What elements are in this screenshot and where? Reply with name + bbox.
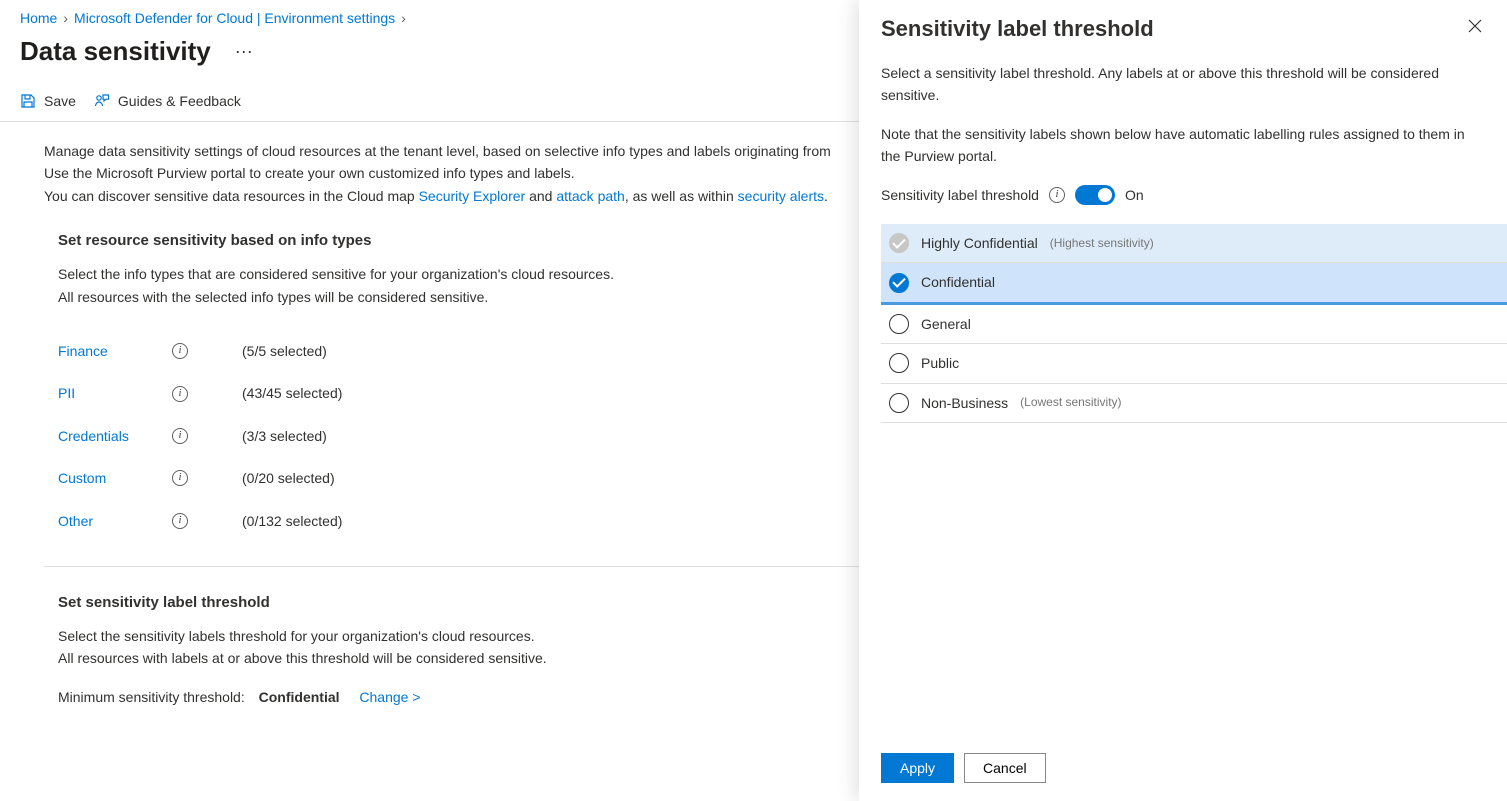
cancel-button[interactable]: Cancel <box>964 753 1046 783</box>
infotype-link-custom[interactable]: Custom <box>58 467 158 489</box>
label-name: Public <box>921 352 959 374</box>
sensitivity-threshold-panel: Sensitivity label threshold Select a sen… <box>859 0 1507 801</box>
more-actions-button[interactable]: ··· <box>229 37 259 66</box>
label-name: General <box>921 313 971 335</box>
save-label: Save <box>44 93 76 109</box>
close-panel-button[interactable] <box>1465 16 1485 39</box>
info-icon[interactable]: i <box>172 428 188 444</box>
panel-desc-2: Note that the sensitivity labels shown b… <box>881 123 1485 168</box>
page-title: Data sensitivity <box>20 36 211 67</box>
radio-button[interactable] <box>889 393 909 413</box>
sensitivity-label-option[interactable]: General <box>881 305 1507 344</box>
infotype-count: (5/5 selected) <box>242 340 327 362</box>
infotype-count: (0/132 selected) <box>242 510 342 532</box>
label-hint: (Highest sensitivity) <box>1050 234 1154 253</box>
label-name: Highly Confidential <box>921 232 1038 254</box>
infotype-count: (3/3 selected) <box>242 425 327 447</box>
label-hint: (Lowest sensitivity) <box>1020 393 1121 412</box>
infotype-link-finance[interactable]: Finance <box>58 340 158 362</box>
intro-text: Manage data sensitivity settings of clou… <box>44 140 944 207</box>
change-threshold-link[interactable]: Change > <box>359 689 420 705</box>
threshold-toggle[interactable] <box>1075 185 1115 205</box>
chevron-right-icon: › <box>63 10 68 26</box>
radio-button[interactable] <box>889 314 909 334</box>
sensitivity-label-option[interactable]: Public <box>881 344 1507 383</box>
info-icon[interactable]: i <box>1049 187 1065 203</box>
sensitivity-label-option[interactable]: Non-Business (Lowest sensitivity) <box>881 384 1507 423</box>
sensitivity-label-option[interactable]: Highly Confidential (Highest sensitivity) <box>881 224 1507 263</box>
min-threshold-value: Confidential <box>259 689 340 705</box>
breadcrumb-defender[interactable]: Microsoft Defender for Cloud | Environme… <box>74 10 395 26</box>
info-icon[interactable]: i <box>172 513 188 529</box>
info-icon[interactable]: i <box>172 470 188 486</box>
close-icon <box>1467 18 1483 34</box>
panel-desc-1: Select a sensitivity label threshold. An… <box>881 62 1485 107</box>
link-attack-path[interactable]: attack path <box>556 188 625 204</box>
infotype-count: (0/20 selected) <box>242 467 335 489</box>
label-name: Confidential <box>921 271 995 293</box>
radio-button[interactable] <box>889 233 909 253</box>
sensitivity-label-option[interactable]: Confidential <box>881 263 1507 304</box>
link-security-explorer[interactable]: Security Explorer <box>419 188 526 204</box>
infotype-link-pii[interactable]: PII <box>58 382 158 404</box>
person-feedback-icon <box>94 93 110 109</box>
min-threshold-label: Minimum sensitivity threshold: <box>58 689 245 705</box>
panel-title: Sensitivity label threshold <box>881 16 1154 42</box>
guides-feedback-button[interactable]: Guides & Feedback <box>94 93 241 109</box>
apply-button[interactable]: Apply <box>881 753 954 783</box>
label-name: Non-Business <box>921 392 1008 414</box>
guides-label: Guides & Feedback <box>118 93 241 109</box>
radio-button[interactable] <box>889 273 909 293</box>
toggle-state: On <box>1125 184 1144 206</box>
infotype-link-credentials[interactable]: Credentials <box>58 425 158 447</box>
infotype-count: (43/45 selected) <box>242 382 342 404</box>
link-security-alerts[interactable]: security alerts <box>738 188 824 204</box>
save-icon <box>20 93 36 109</box>
save-button[interactable]: Save <box>20 93 76 109</box>
info-icon[interactable]: i <box>172 343 188 359</box>
info-icon[interactable]: i <box>172 386 188 402</box>
chevron-right-icon: › <box>401 10 406 26</box>
breadcrumb-home[interactable]: Home <box>20 10 57 26</box>
infotype-link-other[interactable]: Other <box>58 510 158 532</box>
radio-button[interactable] <box>889 353 909 373</box>
toggle-label: Sensitivity label threshold <box>881 184 1039 206</box>
